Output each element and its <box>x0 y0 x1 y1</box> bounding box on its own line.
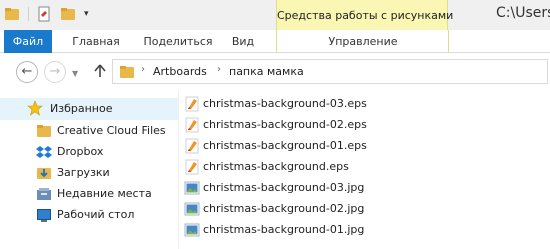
downloads-icon <box>37 168 51 179</box>
breadcrumb-artboards[interactable]: Artboards <box>153 65 207 78</box>
folder-icon <box>37 125 51 137</box>
pane-divider <box>178 90 179 249</box>
recent-places-icon <box>37 188 51 200</box>
sidebar-item-favorites[interactable]: Избранное <box>0 98 178 120</box>
title-bar: ▾ Средства работы с рисунками C:\Users\ <box>0 0 550 30</box>
contextual-divider <box>276 30 277 53</box>
sidebar-item-label: Dropbox <box>57 145 104 158</box>
file-item[interactable]: christmas-background-01.jpg <box>184 220 384 241</box>
file-item[interactable]: christmas-background.eps <box>184 157 384 178</box>
recent-locations-dropdown-icon[interactable]: ▼ <box>72 69 78 78</box>
toolbar-separator <box>28 7 29 21</box>
tab-home[interactable]: Главная <box>62 30 130 53</box>
desktop-icon <box>37 209 51 222</box>
sidebar-item-label: Рабочий стол <box>57 208 135 221</box>
new-folder-icon[interactable] <box>60 6 76 22</box>
tab-share[interactable]: Поделиться <box>138 30 218 53</box>
ribbon-tabs: Файл Главная Поделиться Вид Управление <box>0 30 550 53</box>
sidebar-item-label: Creative Cloud Files <box>57 124 166 137</box>
sidebar-item-label: Загрузки <box>57 166 110 179</box>
file-name: christmas-background-02.eps <box>203 118 367 131</box>
dropbox-icon <box>36 146 52 158</box>
file-item[interactable]: christmas-background-03.jpg <box>184 178 384 199</box>
back-button[interactable]: ← <box>16 61 38 83</box>
address-bar[interactable]: › Artboards › папка мамка <box>112 59 548 84</box>
forward-button[interactable]: → <box>44 61 66 83</box>
jpg-file-icon <box>184 181 200 195</box>
file-name: christmas-background-03.eps <box>203 97 367 110</box>
file-name: christmas-background-03.jpg <box>203 181 365 194</box>
sidebar-item-creative-cloud-files[interactable]: Creative Cloud Files <box>0 120 178 141</box>
up-arrow-icon[interactable] <box>92 63 108 79</box>
customize-toolbar-icon[interactable]: ▾ <box>84 9 89 19</box>
star-icon <box>27 100 43 116</box>
eps-file-icon <box>185 96 199 112</box>
contextual-tab-group: Средства работы с рисунками <box>276 0 454 30</box>
navigation-pane: Избранное Creative Cloud Files Dropbox З… <box>0 90 178 249</box>
tab-file[interactable]: Файл <box>4 30 52 53</box>
sidebar-item-label: Недавние места <box>57 187 152 200</box>
sidebar-item-recent-places[interactable]: Недавние места <box>0 183 178 204</box>
eps-file-icon <box>185 117 199 133</box>
window-title: C:\Users\ <box>496 5 550 21</box>
sidebar-item-downloads[interactable]: Загрузки <box>0 162 178 183</box>
folder-icon <box>120 66 134 78</box>
file-item[interactable]: christmas-background-01.eps <box>184 136 384 157</box>
properties-icon[interactable] <box>36 6 52 22</box>
file-name: christmas-background-02.jpg <box>203 202 365 215</box>
file-item[interactable]: christmas-background-03.eps <box>184 94 384 115</box>
navigation-bar: ← → ▼ › Artboards › папка мамка <box>0 54 550 90</box>
jpg-file-icon <box>184 202 200 216</box>
eps-file-icon <box>185 138 199 154</box>
file-name: christmas-background.eps <box>203 160 349 173</box>
sidebar-item-label: Избранное <box>50 102 113 115</box>
sidebar-item-desktop[interactable]: Рабочий стол <box>0 204 178 225</box>
breadcrumb-separator-icon[interactable]: › <box>141 64 145 75</box>
breadcrumb-current-folder[interactable]: папка мамка <box>229 65 304 78</box>
file-item[interactable]: christmas-background-02.eps <box>184 115 384 136</box>
file-item[interactable]: christmas-background-02.jpg <box>184 199 384 220</box>
contextual-tab-group-label: Средства работы с рисунками <box>277 9 454 22</box>
contextual-divider <box>448 30 449 53</box>
sidebar-item-dropbox[interactable]: Dropbox <box>0 141 178 162</box>
file-name: christmas-background-01.eps <box>203 139 367 152</box>
tab-manage[interactable]: Управление <box>304 30 422 53</box>
file-list: christmas-background-03.eps christmas-ba… <box>180 90 550 249</box>
breadcrumb-separator-icon[interactable]: › <box>217 64 221 75</box>
tab-view[interactable]: Вид <box>226 30 260 53</box>
eps-file-icon <box>185 159 199 175</box>
file-name: christmas-background-01.jpg <box>203 223 365 236</box>
jpg-file-icon <box>184 223 200 237</box>
folder-icon[interactable] <box>4 6 20 22</box>
